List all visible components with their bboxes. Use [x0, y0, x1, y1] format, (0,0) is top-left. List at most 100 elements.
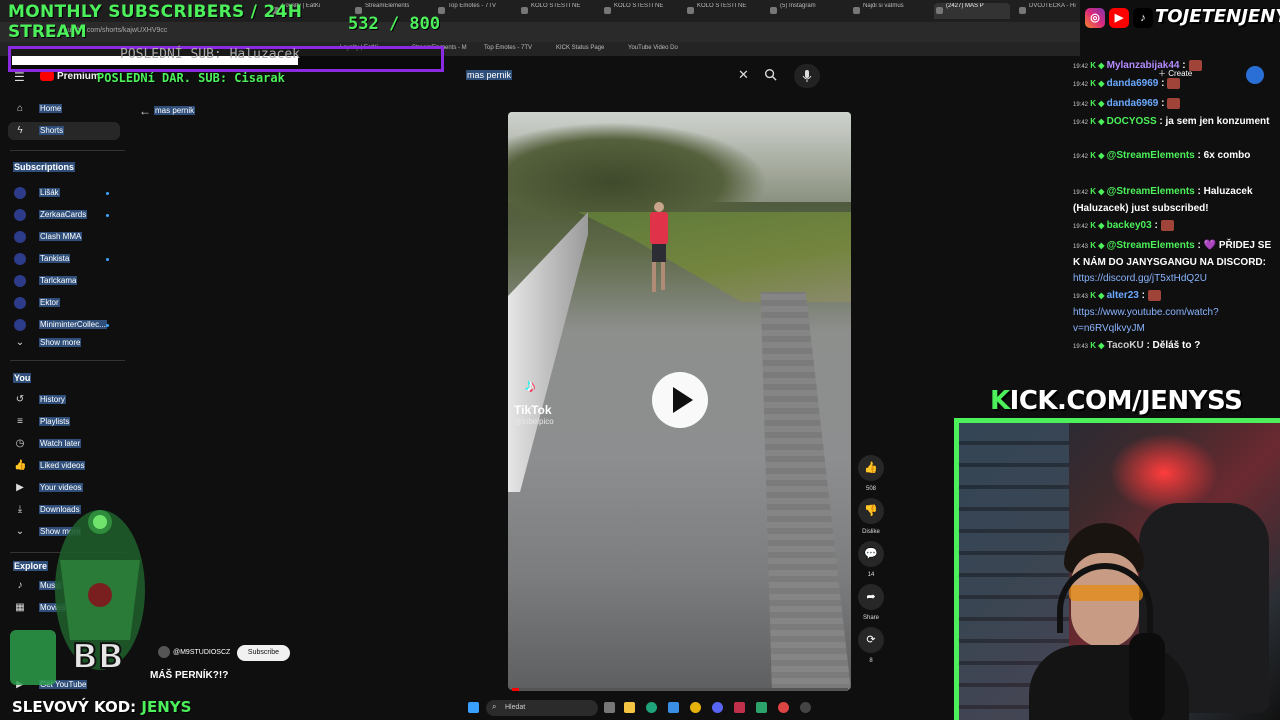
browser-tab[interactable]: KOLO ŠTĚSTÍ NE [685, 3, 761, 19]
search-input[interactable]: mas pernik [466, 70, 513, 80]
comments-icon[interactable]: 💬 [858, 541, 884, 567]
subscriptions-heading[interactable]: Subscriptions [13, 162, 76, 172]
windows-start-icon[interactable] [468, 702, 479, 713]
chat-timestamp: 19:42 [1073, 82, 1089, 88]
chat-username[interactable]: Mylanzabijak44 [1107, 60, 1180, 71]
browser-tab[interactable]: (2427) MÁŠ P [934, 3, 1010, 19]
sidebar-item[interactable]: Tankista [8, 250, 120, 268]
browser-tab[interactable]: DVOJTECKA - Hi [1017, 3, 1093, 19]
like-icon[interactable]: 👍 [858, 455, 884, 481]
chat-text: : [1154, 220, 1158, 231]
last-subscriber-text: POSLEDNÍ SUB: Haluzacek [120, 47, 301, 62]
remix-action[interactable]: ⟳ 8 [858, 627, 884, 664]
chat-username[interactable]: DOCYOSS [1107, 116, 1157, 127]
sidebar-item[interactable]: ⌄ Show more [8, 334, 120, 352]
channel-avatar [14, 209, 26, 221]
chat-badges-icon: K ◆ [1088, 79, 1107, 88]
chrome-icon[interactable] [778, 702, 789, 713]
sidebar-item-label: Liked videos [39, 461, 86, 470]
subscriber-goal-counter: 532 / 800 [348, 14, 441, 34]
chat-username[interactable]: TacoKU [1107, 340, 1144, 351]
emote-icon [1167, 77, 1181, 89]
chat-username[interactable]: backey03 [1107, 220, 1152, 231]
microphone-icon[interactable] [794, 64, 820, 88]
bookmark-item[interactable]: KICK Status Page [556, 45, 604, 51]
edge-icon[interactable] [646, 702, 657, 713]
browser-address-bar[interactable]: youtube.com/shorts/kajwUXHV9cc [0, 22, 1080, 42]
browser-tab[interactable]: KOLO ŠTĚSTÍ NE [519, 3, 595, 19]
share-action[interactable]: ➦ Share [858, 584, 884, 621]
chat-username[interactable]: @StreamElements [1107, 150, 1195, 161]
obs-icon[interactable] [800, 702, 811, 713]
new-content-dot [106, 258, 109, 261]
discount-code-banner: SLEVOVÝ KOD: JENYS [12, 698, 191, 716]
you-heading[interactable]: You [13, 373, 32, 383]
discord-icon[interactable] [712, 702, 723, 713]
video-person [648, 202, 670, 292]
chat-link[interactable]: https://www.youtube.com/watch?v=n6RVqlkv… [1073, 307, 1219, 334]
chat-username[interactable]: danda6969 [1107, 98, 1159, 109]
chat-message: 19:42 K ◆ backey03 : [1073, 218, 1275, 235]
sidebar-item[interactable]: ≡ Playlists [8, 413, 120, 431]
chat-username[interactable]: @StreamElements [1107, 240, 1195, 251]
chat-username[interactable]: @StreamElements [1107, 186, 1195, 197]
store-icon[interactable] [668, 702, 679, 713]
chrome-icon[interactable] [690, 702, 701, 713]
chat-timestamp: 19:43 [1073, 344, 1089, 350]
chat-message: 19:42 K ◆ danda6969 : [1073, 76, 1275, 93]
tiktok-watermark: TikTok [514, 403, 552, 417]
action-label: 508 [865, 486, 876, 492]
bookmark-item[interactable]: Top Emotes - 7TV [484, 45, 532, 51]
chat-timestamp: 19:42 [1073, 64, 1089, 70]
sidebar-item[interactable]: ◷ Watch later [8, 435, 120, 453]
share-icon[interactable]: ➦ [858, 584, 884, 610]
app-icon[interactable] [756, 702, 767, 713]
channel-avatar [14, 275, 26, 287]
sidebar-item[interactable]: Tarlckama [8, 272, 120, 290]
chat-badges-icon: K ◆ [1088, 99, 1107, 108]
dislike-icon[interactable]: 👎 [858, 498, 884, 524]
file-explorer-icon[interactable] [624, 702, 635, 713]
sidebar-item[interactable]: ↺ History [8, 391, 120, 409]
subscribe-button[interactable]: Subscribe [237, 645, 290, 661]
chat-username[interactable]: alter23 [1107, 290, 1139, 301]
clear-search-icon[interactable]: ✕ [738, 67, 749, 83]
menu-icon[interactable]: ☰ [14, 70, 25, 84]
sidebar-item[interactable]: Ektor [8, 294, 120, 312]
app-icon[interactable] [734, 702, 745, 713]
sidebar-item[interactable]: 👍 Liked videos [8, 457, 120, 475]
sidebar-item[interactable]: ϟ Shorts [8, 122, 120, 140]
chat-username[interactable]: danda6969 [1107, 78, 1159, 89]
chat-link[interactable]: https://discord.gg/jT5xtHdQ2U [1073, 273, 1207, 284]
video-progress-bar[interactable] [512, 688, 848, 691]
dislike-action[interactable]: 👎 Dislike [858, 498, 884, 535]
sidebar-item[interactable]: MiniminterCollec... [8, 316, 120, 334]
video-progress-fill [512, 688, 519, 691]
sidebar-item-label: Show more [39, 338, 82, 347]
comments-action[interactable]: 💬 14 [858, 541, 884, 578]
new-content-dot [106, 214, 109, 217]
youtube-logo-icon[interactable] [40, 71, 54, 81]
browser-tab[interactable]: Najdi si vatmus [851, 3, 927, 19]
search-icon[interactable] [764, 68, 777, 81]
back-arrow-icon[interactable]: ← [139, 104, 151, 118]
chat-badges-icon: K ◆ [1088, 221, 1107, 230]
task-view-icon[interactable] [604, 702, 615, 713]
youtube-premium-label[interactable]: Premium [57, 71, 100, 82]
taskbar-search[interactable] [486, 700, 598, 716]
browser-tab[interactable]: KOLO ŠTĚSTÍ NE [602, 3, 678, 19]
sidebar-item[interactable]: ZerkaaCards [8, 206, 120, 224]
sidebar-item[interactable]: ⌂ Home [8, 100, 120, 118]
play-button[interactable] [652, 372, 708, 428]
channel-name[interactable]: @M9STUDIOSCZ [173, 649, 230, 656]
svg-text:BB: BB [72, 637, 124, 677]
remix-icon[interactable]: ⟳ [858, 627, 884, 653]
sidebar-item[interactable]: ▶ Your videos [8, 479, 120, 497]
like-action[interactable]: 👍 508 [858, 455, 884, 492]
browser-tab[interactable]: Top Emotes - 7TV [436, 3, 512, 19]
sidebar-item[interactable]: Lišák [8, 184, 120, 202]
browser-tab[interactable]: (5) Instagram [768, 3, 844, 19]
last-donation-text: POSLEDNí DAR. SUB: Cisarak [97, 71, 285, 85]
bookmark-item[interactable]: YouTube Video Do [628, 45, 678, 51]
sidebar-item[interactable]: Clash MMA [8, 228, 120, 246]
